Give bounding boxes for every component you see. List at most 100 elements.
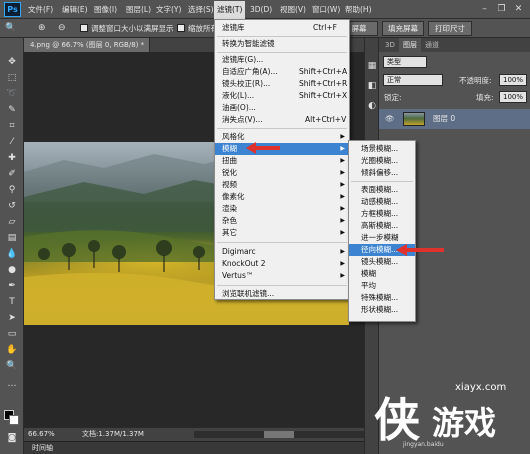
layer-row[interactable]: 👁 图层 0 (379, 109, 530, 129)
tab-3d[interactable]: 3D (381, 38, 399, 52)
oil-paint[interactable]: 油画(O)... (215, 102, 349, 114)
fill-field[interactable]: 100% (499, 91, 527, 103)
restore-icon[interactable]: ❐ (495, 3, 508, 16)
status-bar: 66.67% 文档:1.37M/1.37M (24, 427, 364, 441)
history-brush-icon[interactable]: ↺ (4, 200, 20, 212)
layer-name[interactable]: 图层 0 (433, 113, 455, 124)
document-tab-title: 4.png @ 66.7% (图层 0, RGB/8) * (30, 41, 145, 49)
menu-edit[interactable]: 编辑(E) (62, 4, 88, 16)
pixelate-submenu[interactable]: 像素化 ▶ (215, 191, 349, 203)
vanishing-point[interactable]: 消失点(V)... Alt+Ctrl+V (215, 114, 349, 126)
pen-tool-icon[interactable]: ✒ (4, 280, 20, 292)
surface-blur[interactable]: 表面模糊... (349, 184, 415, 196)
stylize-submenu[interactable]: 风格化 ▶ (215, 131, 349, 143)
fill-label: 填充: (476, 93, 494, 102)
blur[interactable]: 模糊 (349, 268, 415, 280)
blur-submenu[interactable]: 模糊 ▶ (215, 143, 349, 155)
minimize-icon[interactable]: – (478, 3, 491, 16)
render-submenu[interactable]: 渲染 ▶ (215, 203, 349, 215)
shape-tool-icon[interactable]: ▭ (4, 328, 20, 340)
horizontal-scrollbar[interactable] (194, 431, 364, 438)
zoom-level[interactable]: 66.67% (28, 428, 55, 441)
zoom-all-checkbox[interactable] (177, 24, 185, 32)
close-icon[interactable]: ✕ (512, 3, 525, 16)
convert-smart-filters[interactable]: 转换为智能滤镜 (215, 38, 349, 50)
menu-image[interactable]: 图像(I) (94, 4, 117, 16)
menu-select[interactable]: 选择(S) (188, 4, 214, 16)
field-blur[interactable]: 场景模糊... (349, 143, 415, 155)
tilt-shift[interactable]: 倾斜偏移... (349, 167, 415, 179)
knockout-submenu[interactable]: KnockOut 2 ▶ (215, 258, 349, 270)
gaussian-blur[interactable]: 高斯模糊... (349, 220, 415, 232)
distort-submenu[interactable]: 扭曲 ▶ (215, 155, 349, 167)
move-tool-icon[interactable]: ✥ (4, 56, 20, 68)
menu-layer[interactable]: 图层(L) (126, 4, 151, 16)
path-select-tool-icon[interactable]: ➤ (4, 312, 20, 324)
eyedropper-tool-icon[interactable]: ⁄ (4, 136, 20, 148)
adaptive-wide-angle[interactable]: 自适应广角(A)... Shift+Ctrl+A (215, 66, 349, 78)
lens-correction[interactable]: 镜头校正(R)... Shift+Ctrl+R (215, 78, 349, 90)
stamp-tool-icon[interactable]: ⚲ (4, 184, 20, 196)
opacity-field[interactable]: 100% (499, 74, 527, 86)
menu-type[interactable]: 文字(Y) (156, 4, 181, 16)
motion-blur[interactable]: 动感模糊... (349, 196, 415, 208)
box-blur[interactable]: 方框模糊... (349, 208, 415, 220)
tab-layers[interactable]: 图层 (399, 38, 421, 52)
quick-mask-icon[interactable]: ◙ (4, 432, 20, 444)
svg-text:游戏: 游戏 (432, 404, 496, 442)
hand-tool-icon[interactable]: ✋ (4, 344, 20, 356)
crop-tool-icon[interactable]: ⌗ (4, 120, 20, 132)
visibility-eye-icon[interactable]: 👁 (385, 113, 395, 124)
menu-3d[interactable]: 3D(D) (250, 4, 272, 16)
noise-submenu[interactable]: 杂色 ▶ (215, 215, 349, 227)
shape-blur[interactable]: 形状模糊... (349, 304, 415, 316)
eraser-tool-icon[interactable]: ▱ (4, 216, 20, 228)
iris-blur[interactable]: 光圈模糊... (349, 155, 415, 167)
menu-help[interactable]: 帮助(H) (345, 4, 372, 16)
print-size-button[interactable]: 打印尺寸 (428, 21, 472, 36)
blend-mode-select[interactable]: 正常 (383, 74, 443, 86)
filter-menu: 滤镜库 Ctrl+F 转换为智能滤镜 滤镜库(G)... 自适应广角(A)... S… (214, 19, 350, 300)
filter-gallery[interactable]: 滤镜库(G)... (215, 54, 349, 66)
menu-file[interactable]: 文件(F) (28, 4, 53, 16)
watermark-logo: 侠 游戏 (374, 393, 496, 447)
sharpen-submenu[interactable]: 锐化 ▶ (215, 167, 349, 179)
fill-screen-button[interactable]: 填充屏幕 (382, 21, 424, 36)
background-color-swatch[interactable] (9, 415, 19, 425)
quick-select-tool-icon[interactable]: ✎ (4, 104, 20, 116)
scrollbar-thumb[interactable] (264, 431, 294, 438)
zoom-tool-icon-2[interactable]: 🔍 (4, 360, 20, 372)
average[interactable]: 平均 (349, 280, 415, 292)
menu-filter[interactable]: 滤镜(T) (214, 1, 246, 19)
layer-kind-filter[interactable]: 类型 (383, 56, 427, 68)
other-submenu[interactable]: 其它 ▶ (215, 227, 349, 239)
watermark-small: jingyan.baidu (403, 441, 444, 448)
more-tools-icon[interactable]: … (4, 378, 20, 390)
brush-tool-icon[interactable]: ✐ (4, 168, 20, 180)
liquify[interactable]: 液化(L)... Shift+Ctrl+X (215, 90, 349, 102)
digimarc-submenu[interactable]: Digimarc ▶ (215, 246, 349, 258)
timeline-tab[interactable]: 时间轴 (24, 441, 364, 454)
filter-gallery-last[interactable]: 滤镜库 Ctrl+F (215, 22, 349, 34)
browse-filters-online[interactable]: 浏览联机滤镜... (215, 288, 349, 300)
zoom-out-icon[interactable]: ⊖ (58, 22, 66, 35)
svg-text:侠: 侠 (374, 393, 421, 447)
document-tab[interactable]: 4.png @ 66.7% (图层 0, RGB/8) * × (24, 38, 155, 52)
resize-windows-checkbox[interactable] (80, 24, 88, 32)
blur-tool-icon[interactable]: 💧 (4, 248, 20, 260)
lens-blur[interactable]: 镜头模糊... (349, 256, 415, 268)
zoom-tool-icon[interactable]: 🔍 (5, 22, 16, 35)
marquee-tool-icon[interactable]: ⬚ (4, 72, 20, 84)
menu-view[interactable]: 视图(V) (280, 4, 306, 16)
vertus-submenu[interactable]: Vertus™ ▶ (215, 270, 349, 282)
video-submenu[interactable]: 视频 ▶ (215, 179, 349, 191)
lasso-tool-icon[interactable]: ➰ (4, 88, 20, 100)
gradient-tool-icon[interactable]: ▤ (4, 232, 20, 244)
tab-channels[interactable]: 通道 (421, 38, 443, 52)
smart-blur[interactable]: 特殊模糊... (349, 292, 415, 304)
dodge-tool-icon[interactable]: ● (4, 264, 20, 276)
menu-window[interactable]: 窗口(W) (312, 4, 340, 16)
type-tool-icon[interactable]: T (4, 296, 20, 308)
healing-tool-icon[interactable]: ✚ (4, 152, 20, 164)
zoom-in-icon[interactable]: ⊕ (38, 22, 46, 35)
